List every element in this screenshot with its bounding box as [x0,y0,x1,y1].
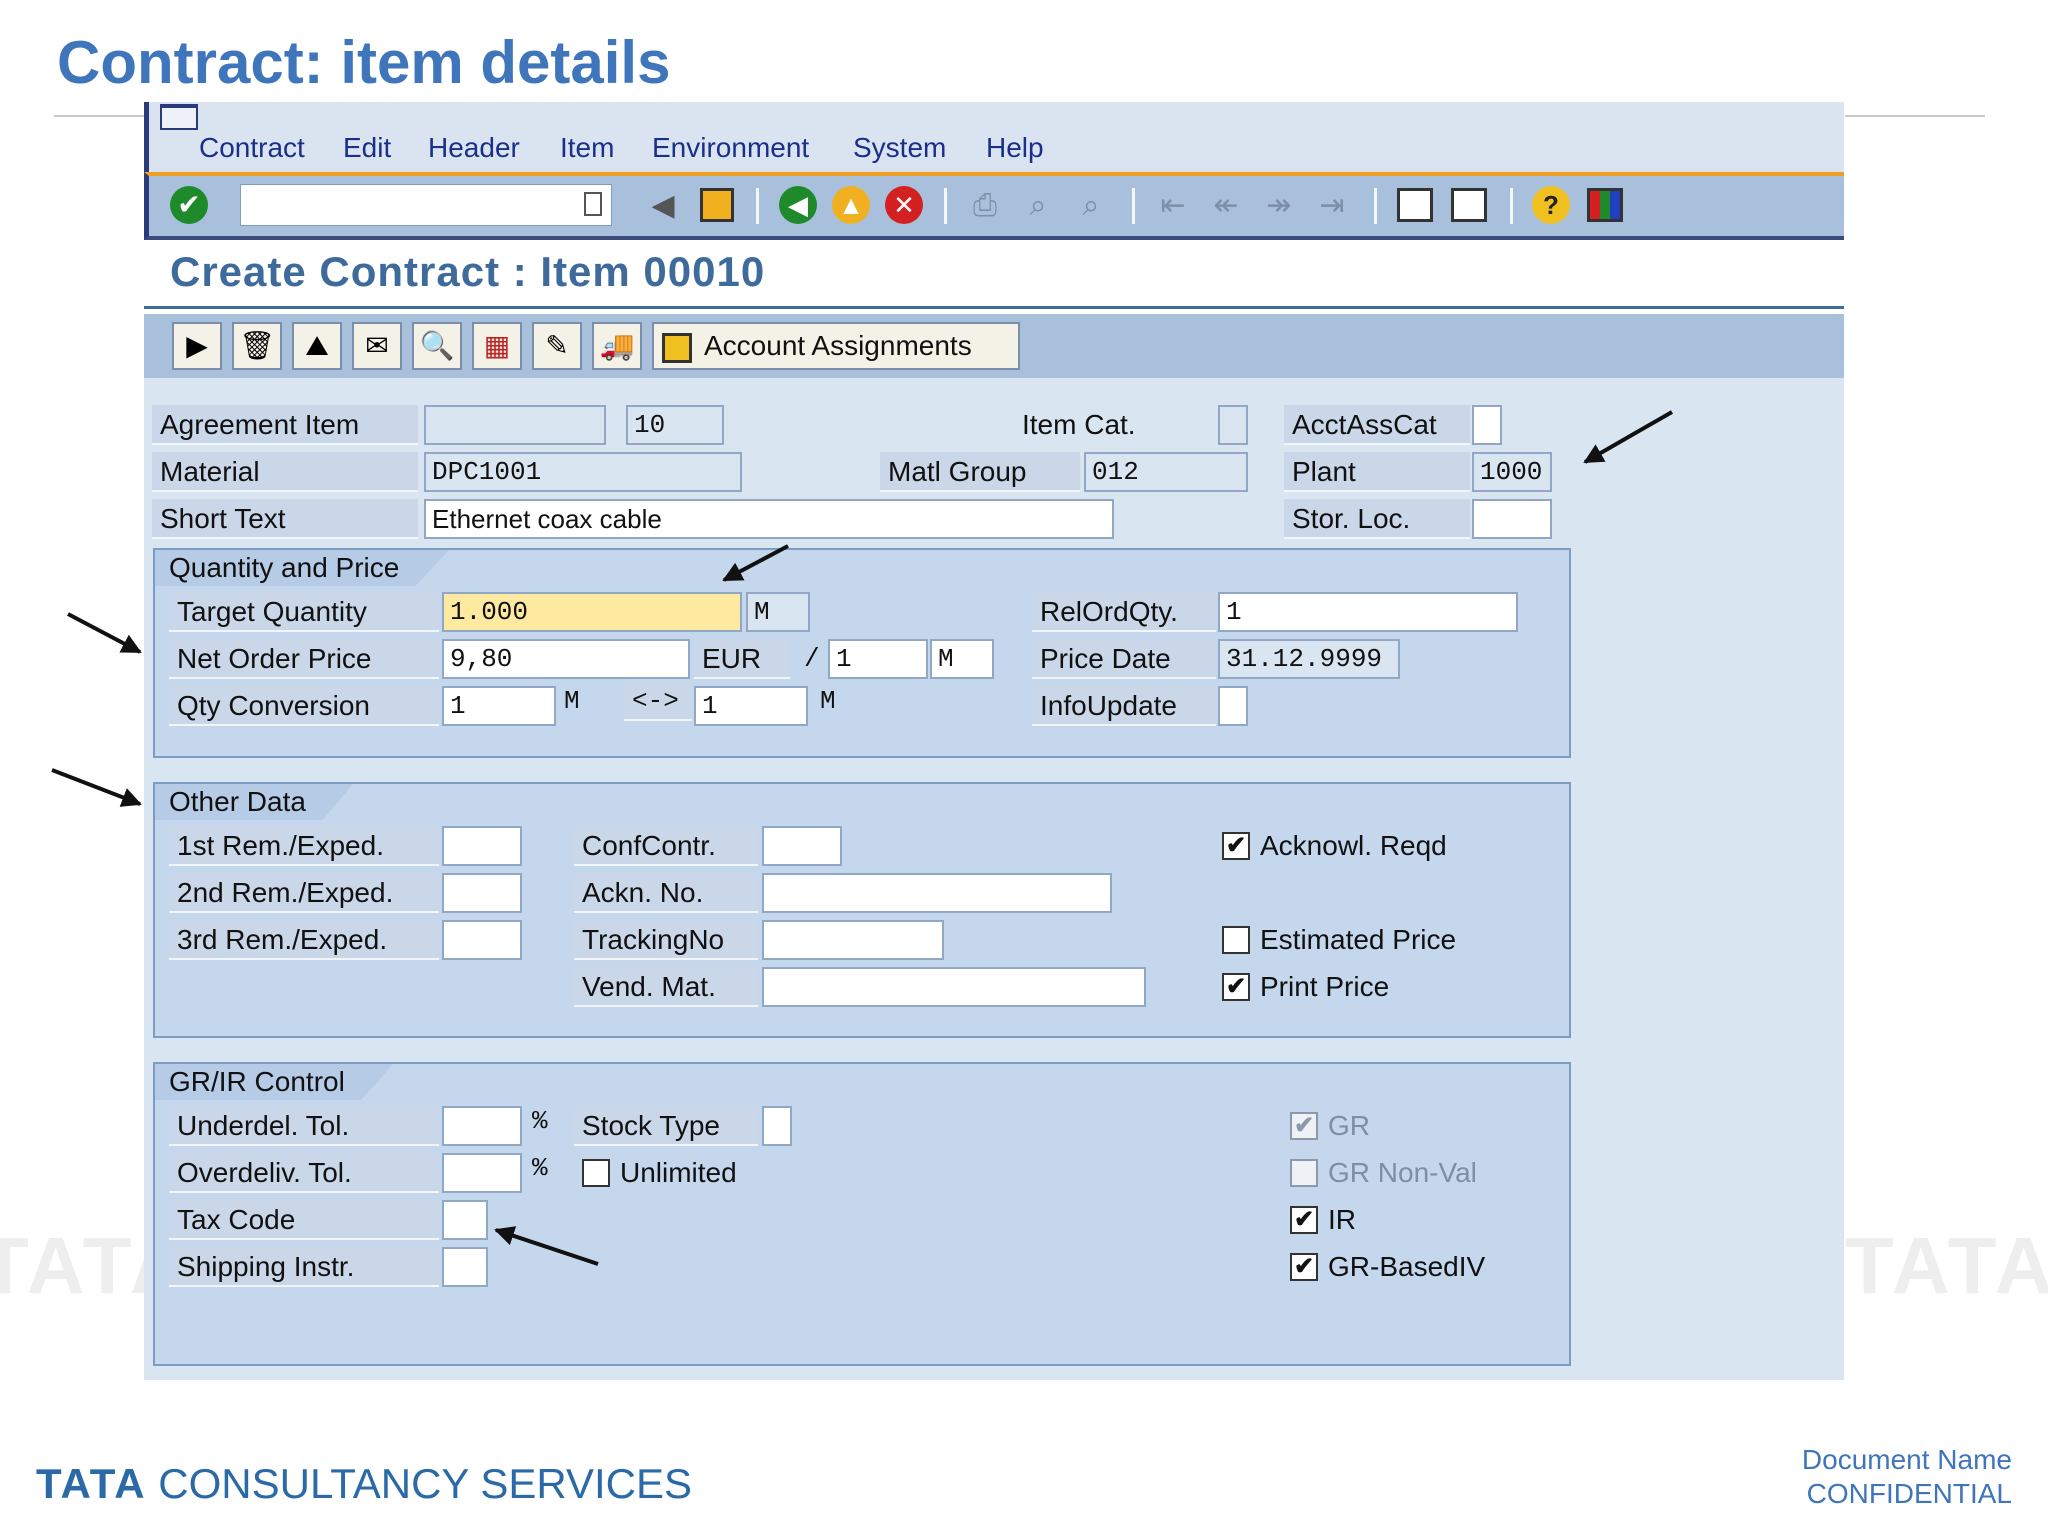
annotation-arrow-other-data [51,768,142,807]
brand-rest: CONSULTANCY SERVICES [158,1460,692,1507]
annotation-arrow-plant [1583,410,1673,464]
annotation-arrows [51,410,1673,1266]
tcs-logo: TATA CONSULTANCY SERVICES [36,1460,692,1508]
brand-bold: TATA [36,1460,147,1507]
document-name: Document Name [1801,1444,2012,1475]
confidential-label: CONFIDENTIAL [1806,1478,2012,1509]
annotation-arrow-tax-code [494,1226,599,1266]
annotation-arrow-qty-group [67,612,142,654]
annotation-arrow-target-qty [722,544,789,582]
